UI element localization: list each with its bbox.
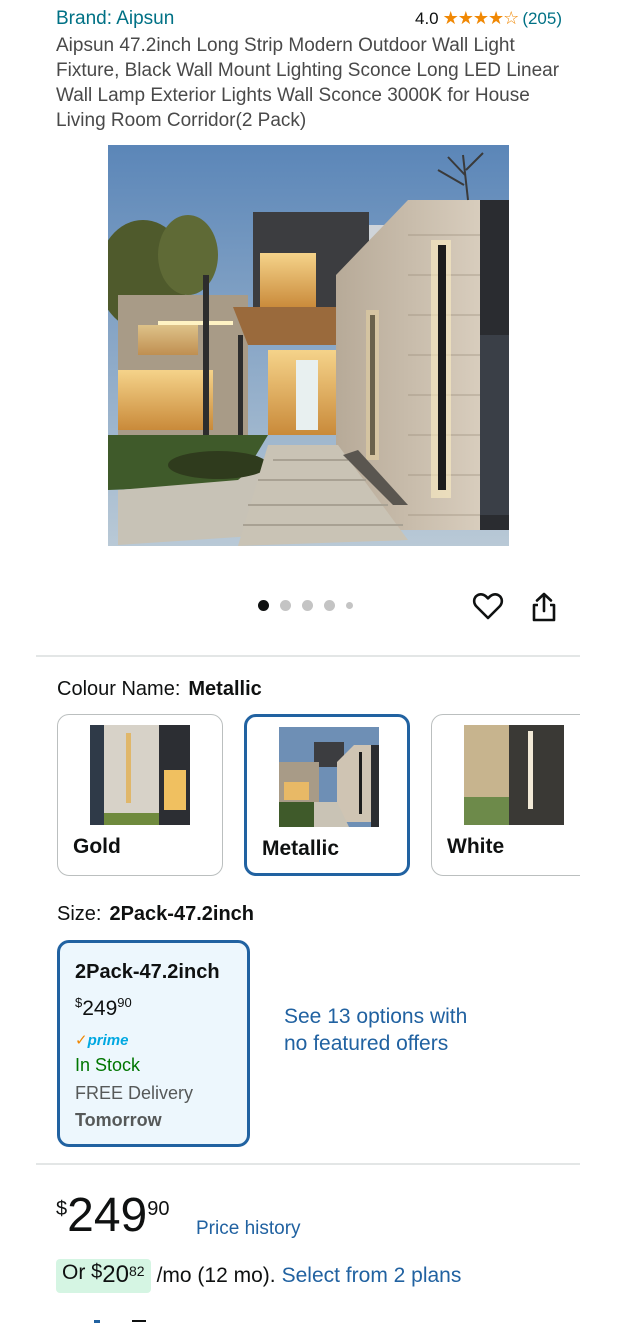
prime-label: prime xyxy=(87,1032,129,1049)
size-label: Size: 2Pack-47.2inch xyxy=(57,903,254,926)
prime-check-icon: ✓ xyxy=(75,1032,88,1049)
review-count-link[interactable]: (205) xyxy=(522,9,562,29)
main-price-whole: 249 xyxy=(67,1189,148,1242)
stock-status: In Stock xyxy=(75,1055,141,1075)
swatch-metallic-label: Metallic xyxy=(262,837,340,860)
product-title: Aipsun 47.2inch Long Strip Modern Outdoo… xyxy=(56,35,560,131)
size-label-text: Size: xyxy=(57,903,102,925)
brand-rating-row: Brand: Aipsun 4.0 ★★★★☆ (205) xyxy=(56,8,562,32)
main-price: $ 249 90 xyxy=(56,1188,169,1244)
main-price-fraction: 90 xyxy=(147,1198,170,1220)
size-selected-value: 2Pack-47.2inch xyxy=(109,903,254,925)
swatch-gold[interactable]: Gold xyxy=(57,714,223,876)
prime-badge: ✓prime xyxy=(75,1031,128,1049)
price-whole: 249 xyxy=(82,997,118,1020)
monthly-prefix: Or xyxy=(62,1261,92,1284)
colour-label: Colour Name: Metallic xyxy=(57,678,262,701)
rating-summary[interactable]: 4.0 ★★★★☆ (205) xyxy=(415,8,562,29)
heart-icon[interactable] xyxy=(472,590,504,622)
colour-label-text: Colour Name: xyxy=(57,678,181,700)
swatch-white-label: White xyxy=(447,835,505,858)
delivery-text: FREE Delivery xyxy=(75,1083,194,1103)
star-rating-icon: ★★★★☆ xyxy=(442,8,520,28)
monthly-price-badge: Or $ 20 82 xyxy=(56,1259,151,1293)
monthly-currency: $ xyxy=(91,1261,103,1283)
colour-selected-value: Metallic xyxy=(188,678,262,700)
section-divider xyxy=(36,655,580,657)
size-option-card[interactable]: 2Pack-47.2inch $24990 ✓prime In Stock FR… xyxy=(57,940,250,1147)
monthly-fraction: 82 xyxy=(129,1263,145,1279)
swatch-white[interactable]: White xyxy=(431,714,580,876)
swatch-white-image xyxy=(464,725,564,825)
swatch-gold-image xyxy=(90,725,190,825)
product-main-image[interactable] xyxy=(108,145,509,546)
price-fraction: 90 xyxy=(117,995,132,1010)
size-option-price: $24990 xyxy=(75,995,132,1021)
price-history-link[interactable]: Price history xyxy=(196,1218,301,1240)
swatch-metallic[interactable]: Metallic xyxy=(244,714,410,876)
monthly-payment-row: Or $ 20 82 /mo (12 mo). Select from 2 pl… xyxy=(56,1259,461,1293)
size-option-name: 2Pack-47.2inch xyxy=(75,961,220,983)
cut-off-content xyxy=(90,1312,150,1323)
house-illustration xyxy=(108,145,509,546)
share-icon[interactable] xyxy=(528,590,560,624)
main-price-currency: $ xyxy=(56,1198,68,1220)
section-divider xyxy=(36,1163,580,1165)
colour-swatches: Gold Metallic White xyxy=(57,714,580,878)
swatch-metallic-image xyxy=(279,727,379,827)
gallery-dot[interactable] xyxy=(280,600,291,611)
gallery-dot-active[interactable] xyxy=(258,600,269,611)
gallery-dot[interactable] xyxy=(324,600,335,611)
monthly-whole: 20 xyxy=(102,1261,129,1288)
swatch-gold-label: Gold xyxy=(73,835,121,858)
brand-link[interactable]: Brand: Aipsun xyxy=(56,8,174,30)
gallery-dot[interactable] xyxy=(346,602,353,609)
gallery-pagination[interactable] xyxy=(258,600,353,611)
monthly-term: /mo (12 mo). xyxy=(156,1264,276,1287)
delivery-day: Tomorrow xyxy=(75,1110,162,1130)
gallery-dot[interactable] xyxy=(302,600,313,611)
select-plans-link[interactable]: Select from 2 plans xyxy=(282,1264,462,1288)
rating-value: 4.0 xyxy=(414,8,439,28)
see-options-link[interactable]: See 13 options with no featured offers xyxy=(284,1003,484,1057)
